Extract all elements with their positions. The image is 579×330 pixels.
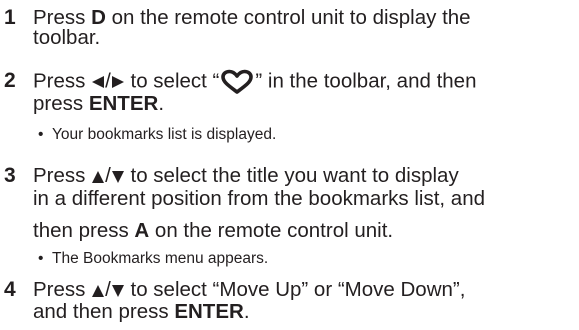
step-text-line: in a different position from the bookmar… [33,187,485,210]
key-label: A [134,219,150,242]
down-triangle-icon [111,170,124,183]
right-triangle-icon [111,76,124,88]
step-number: 3 [4,164,16,187]
up-triangle-icon [92,170,105,183]
step-text-line: Press / to select the title you want to … [33,164,459,187]
step-result-note: • Your bookmarks list is displayed. [38,126,277,143]
step-result-note: • The Bookmarks menu appears. [38,250,269,267]
step-text-line: toolbar. [33,26,101,49]
step-number: 4 [4,278,16,301]
down-triangle-icon [111,284,124,297]
key-label: ENTER [88,92,159,115]
step-text-line: and then press ENTER. [33,300,250,323]
manual-page: { "steps": [ { "number": "1", "line1": {… [0,0,579,330]
step-text-line: then press A on the remote control unit. [33,219,394,242]
key-label: ENTER [174,300,244,323]
step-number: 1 [4,6,16,29]
step-number: 2 [4,69,16,92]
step-text-line: Press / to select “Move Up” or “Move Dow… [33,278,466,301]
up-triangle-icon [92,284,105,297]
step-text-line: press ENTER. [33,92,165,115]
heart-outline-icon [221,69,254,94]
left-triangle-icon [92,76,105,88]
